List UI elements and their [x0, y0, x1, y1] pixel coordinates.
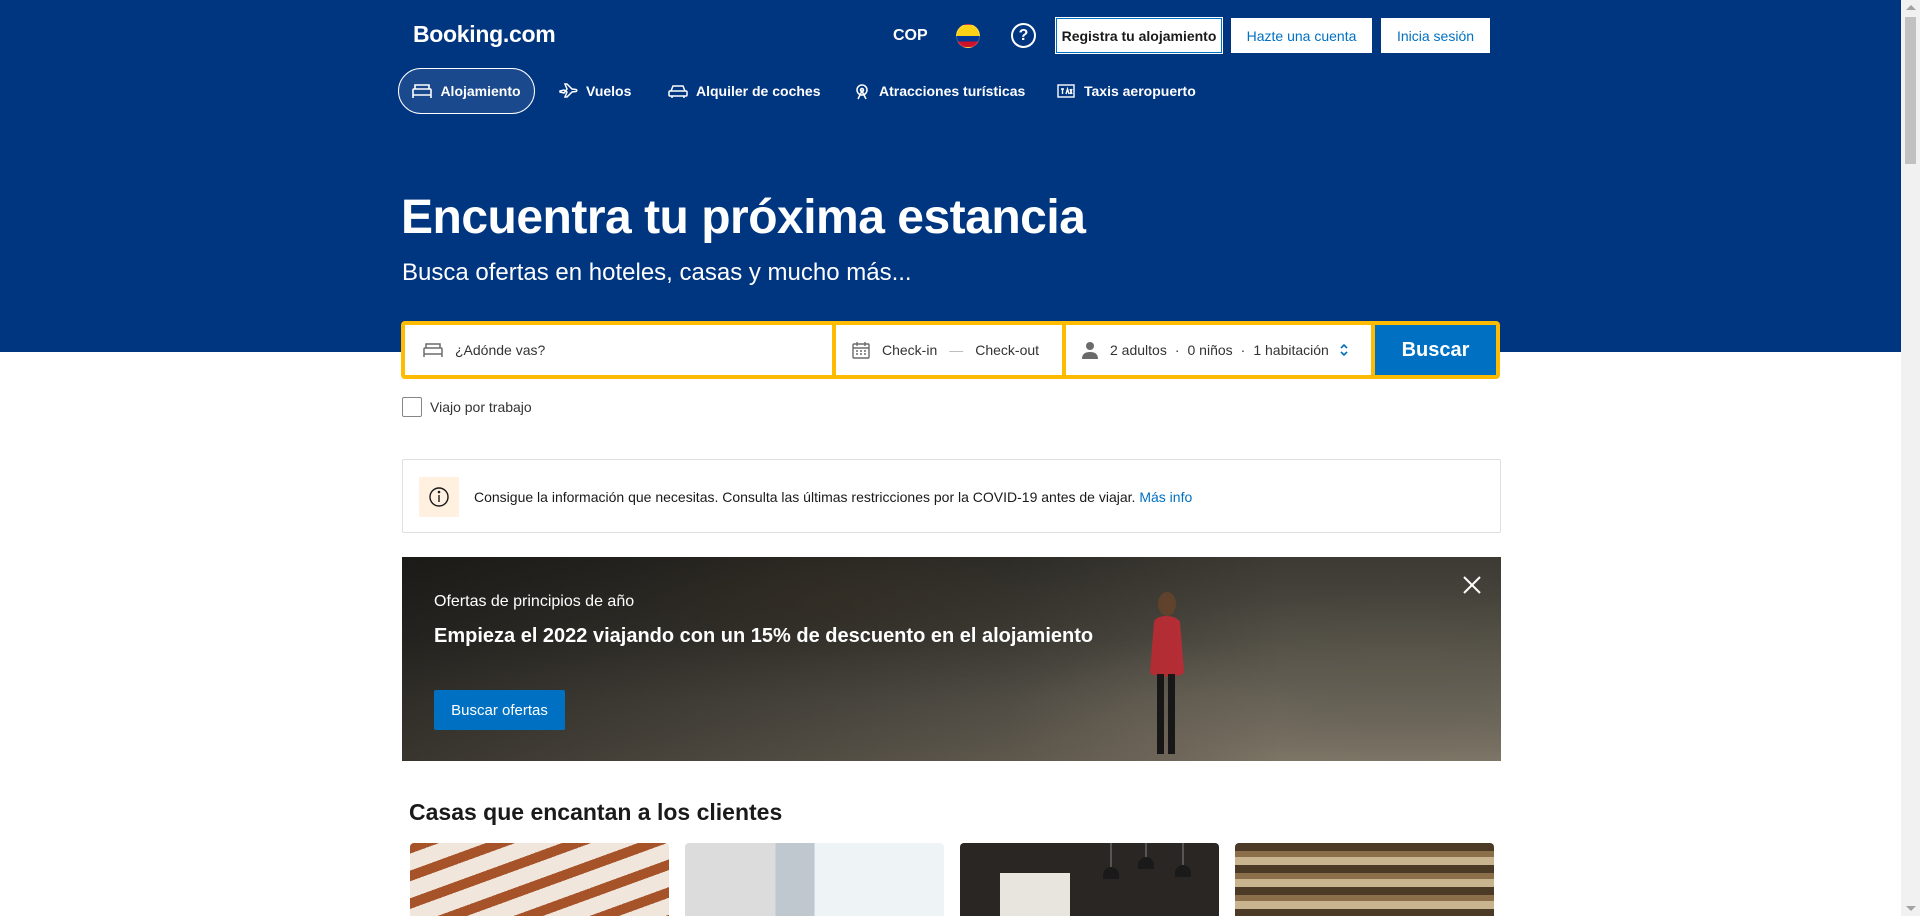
nav-tab-car-rental[interactable]: Alquiler de coches [668, 68, 820, 114]
bed-icon [412, 84, 433, 98]
help-icon[interactable]: ? [1011, 23, 1036, 48]
scroll-down-arrow-icon[interactable] [1906, 906, 1916, 911]
covid-info-banner: Consigue la información que necesitas. C… [402, 459, 1501, 533]
register-property-button[interactable]: Registra tu alojamiento [1056, 18, 1222, 53]
adults-count: 2 adultos [1110, 342, 1167, 358]
booking-logo[interactable]: Booking.com [413, 21, 556, 48]
separator-dot: · [1240, 342, 1246, 358]
separator-dot: · [1174, 342, 1180, 358]
close-icon[interactable] [1460, 573, 1484, 597]
homes-section-title: Casas que encantan a los clientes [409, 799, 783, 825]
lamp-cord [1145, 843, 1147, 857]
page-title: Encuentra tu próxima estancia [401, 191, 1086, 244]
attractions-icon [856, 84, 868, 100]
date-separator: — [949, 342, 964, 358]
currency-selector[interactable]: COP [893, 27, 928, 45]
nav-tab-label: Alquiler de coches [696, 83, 821, 99]
checkin-field[interactable]: Check-in [882, 342, 937, 358]
nav-tab-flights[interactable]: Vuelos [558, 68, 631, 114]
nav-tab-stays[interactable]: Alojamiento [398, 68, 535, 114]
hero-background [0, 0, 1901, 352]
search-button[interactable]: Buscar [1375, 325, 1496, 375]
page-scrollbar[interactable] [1901, 0, 1920, 916]
car-icon [668, 85, 688, 98]
nav-tab-label: Atracciones turísticas [879, 83, 1026, 99]
nav-tab-label: Vuelos [586, 83, 632, 99]
scroll-thumb[interactable] [1905, 17, 1916, 164]
info-message: Consigue la información que necesitas. C… [474, 489, 1192, 505]
scroll-up-arrow-icon[interactable] [1906, 5, 1916, 10]
promo-kicker: Ofertas de principios de año [434, 593, 635, 610]
nav-tab-label: Alojamiento [440, 83, 521, 99]
date-picker[interactable]: Check-in — Check-out [836, 325, 1062, 375]
plane-icon [559, 83, 578, 98]
create-account-button[interactable]: Hazte una cuenta [1231, 18, 1372, 53]
business-trip-label[interactable]: Viajo por trabajo [430, 399, 532, 415]
calendar-icon [852, 342, 870, 359]
home-card[interactable] [960, 843, 1219, 916]
search-deals-button[interactable]: Buscar ofertas [434, 690, 565, 730]
login-button[interactable]: Inicia sesión [1381, 18, 1490, 53]
chevron-up-down-icon [1339, 343, 1361, 358]
nav-tab-label: Taxis aeropuerto [1084, 83, 1196, 99]
destination-placeholder: ¿Adónde vas? [455, 342, 546, 358]
lamp-cord [1110, 843, 1112, 867]
home-card[interactable] [685, 843, 944, 916]
lamp-cord [1182, 843, 1184, 865]
promo-title: Empieza el 2022 viajando con un 15% de d… [434, 625, 1094, 647]
shelf-area [1000, 873, 1070, 916]
lamp-shade [1138, 857, 1154, 869]
promo-overlay [402, 557, 1501, 761]
taxi-icon [1057, 84, 1075, 98]
children-count: 0 niños [1187, 342, 1233, 358]
info-icon [419, 477, 459, 517]
home-card[interactable] [1235, 843, 1494, 916]
rooms-count: 1 habitación [1253, 342, 1329, 358]
guests-selector[interactable]: 2 adultos · 0 niños · 1 habitación [1066, 325, 1371, 375]
destination-input[interactable]: ¿Adónde vas? [405, 325, 832, 375]
bed-icon [423, 343, 443, 357]
home-card[interactable] [410, 843, 669, 916]
person-icon [1082, 342, 1098, 359]
nav-tab-airport-taxis[interactable]: Taxis aeropuerto [1056, 68, 1196, 114]
more-info-link[interactable]: Más info [1139, 489, 1192, 505]
promo-banner: Ofertas de principios de año Empieza el … [402, 557, 1501, 761]
page-subtitle: Busca ofertas en hoteles, casas y mucho … [402, 259, 912, 286]
checkout-field[interactable]: Check-out [975, 342, 1039, 358]
info-text: Consigue la información que necesitas. C… [474, 489, 1136, 505]
nav-tab-attractions[interactable]: Atracciones turísticas [853, 68, 1025, 114]
search-bar: ¿Adónde vas? Check-in — Check-out 2 adul… [401, 321, 1500, 379]
business-trip-checkbox[interactable] [402, 397, 422, 417]
lamp-shade [1103, 867, 1119, 879]
lamp-shade [1175, 865, 1191, 877]
language-flag-icon[interactable] [956, 24, 980, 48]
